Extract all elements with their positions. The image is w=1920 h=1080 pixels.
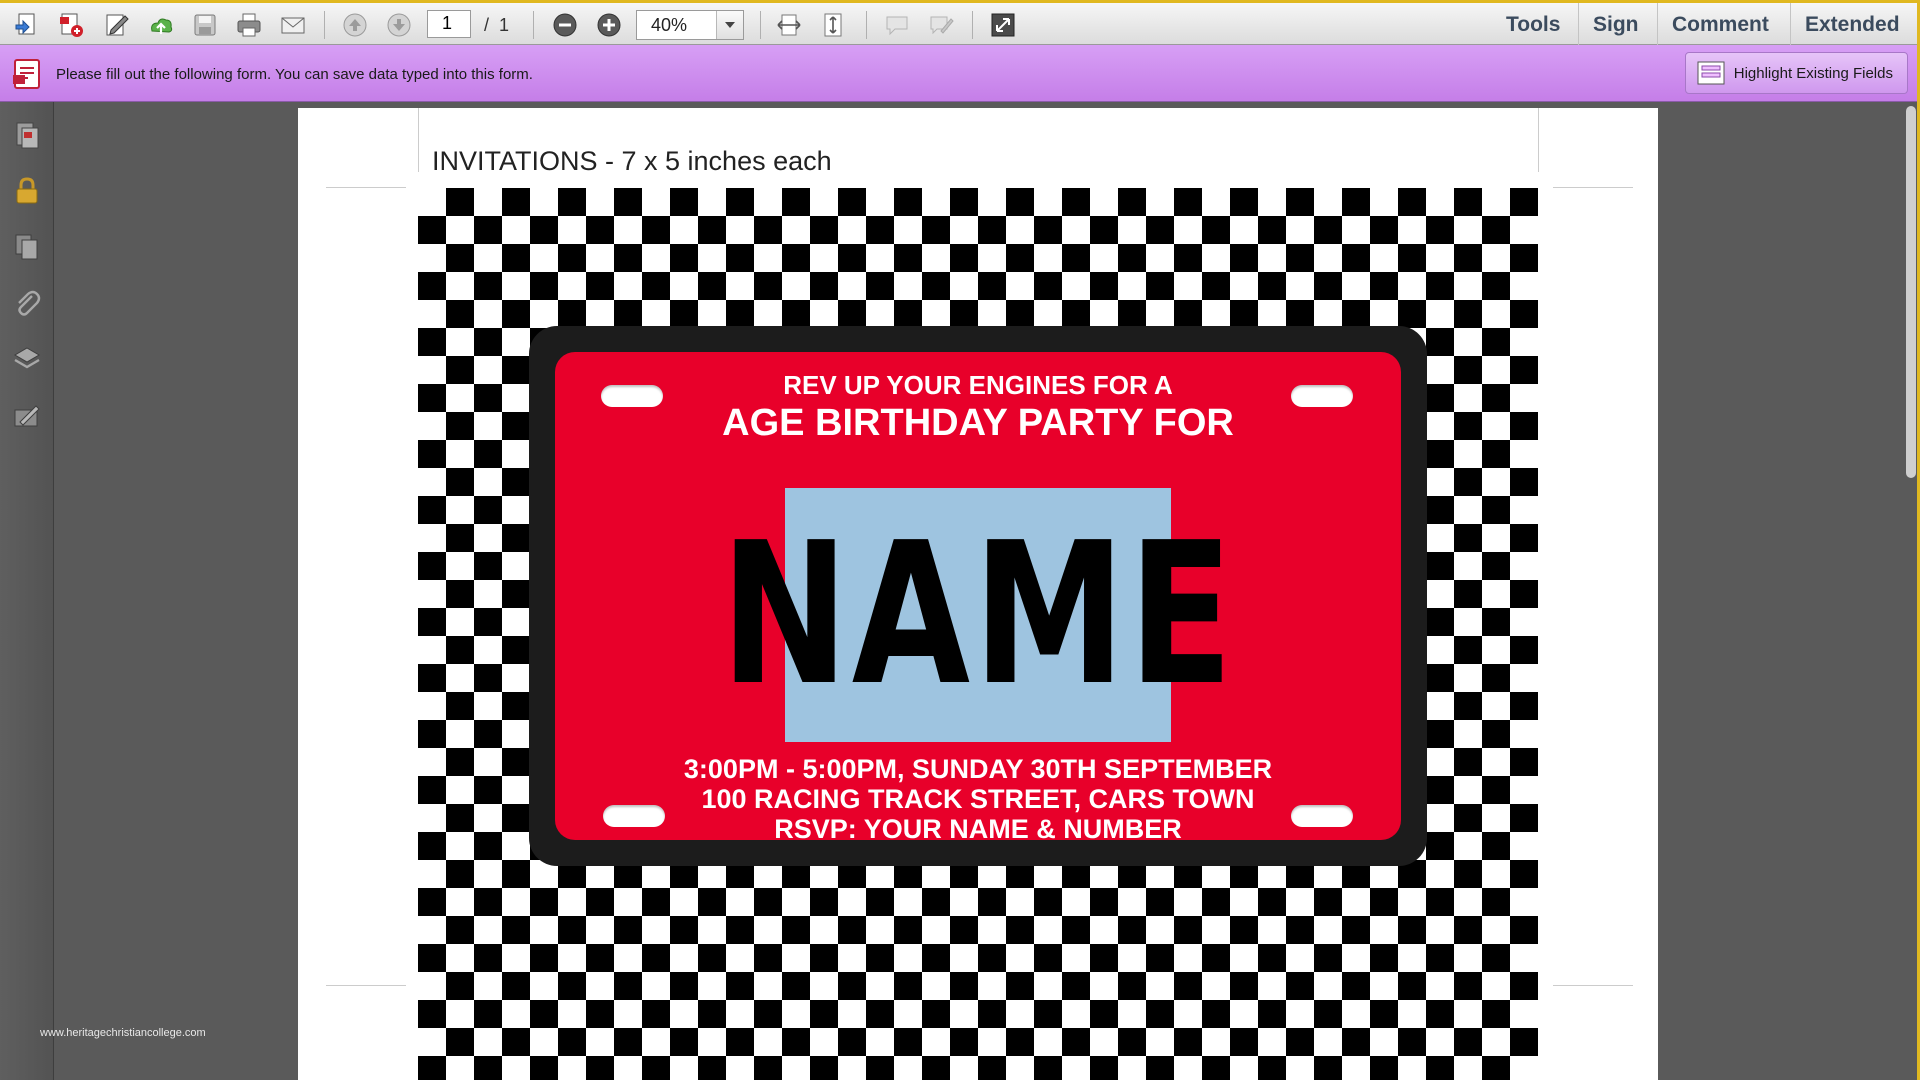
upload-icon[interactable] xyxy=(144,9,178,41)
page-down-icon[interactable] xyxy=(382,9,416,41)
form-icon xyxy=(13,59,40,89)
invite-heading-line2: AGE BIRTHDAY PARTY FOR xyxy=(722,402,1234,444)
comment-button[interactable]: Comment xyxy=(1657,3,1783,47)
form-notification-bar: Please fill out the following form. You … xyxy=(0,45,1920,102)
highlight-fields-icon xyxy=(1697,61,1725,85)
toolbar-separator xyxy=(972,11,973,39)
crop-mark xyxy=(1538,108,1539,172)
name-field-value: NAME xyxy=(720,501,1236,729)
invitation-card: REV UP YOUR ENGINES FOR A AGE BIRTHDAY P… xyxy=(418,188,1538,1080)
sign-button[interactable]: Sign xyxy=(1578,3,1653,47)
invite-heading-line1: REV UP YOUR ENGINES FOR A xyxy=(783,370,1173,400)
invite-rsvp: RSVP: YOUR NAME & NUMBER xyxy=(774,814,1182,844)
fit-width-icon[interactable] xyxy=(772,9,806,41)
create-icon[interactable] xyxy=(10,9,44,41)
pdf-add-icon[interactable] xyxy=(54,9,88,41)
toolbar-separator xyxy=(324,11,325,39)
crop-mark xyxy=(1553,985,1633,986)
copy-icon[interactable] xyxy=(12,232,42,262)
invite-time: 3:00PM - 5:00PM, SUNDAY 30TH SEPTEMBER xyxy=(683,754,1273,784)
print-icon[interactable] xyxy=(232,9,266,41)
page-total: / 1 xyxy=(484,15,510,35)
scrollbar-thumb[interactable] xyxy=(1906,106,1916,478)
signature-icon[interactable] xyxy=(12,402,42,432)
form-message: Please fill out the following form. You … xyxy=(56,66,533,83)
page-number-input[interactable]: 1 xyxy=(427,10,471,38)
zoom-select[interactable]: 40% xyxy=(636,10,744,40)
chevron-down-icon[interactable] xyxy=(716,11,743,39)
license-plate: REV UP YOUR ENGINES FOR A AGE BIRTHDAY P… xyxy=(555,352,1401,844)
email-icon[interactable] xyxy=(276,9,310,41)
crop-mark xyxy=(326,187,406,188)
toolbar-separator xyxy=(760,11,761,39)
tools-button[interactable]: Tools xyxy=(1492,3,1574,47)
toolbar-separator xyxy=(533,11,534,39)
toolbar-separator xyxy=(866,11,867,39)
fullscreen-icon[interactable] xyxy=(986,9,1020,41)
zoom-out-icon[interactable] xyxy=(548,9,582,41)
navigation-pane xyxy=(0,102,54,1080)
pages-icon[interactable] xyxy=(12,120,42,150)
lock-icon[interactable] xyxy=(12,176,42,206)
zoom-value: 40% xyxy=(651,15,688,35)
watermark-text: www.heritagechristiancollege.com xyxy=(40,1027,206,1039)
markup-icon[interactable] xyxy=(924,9,958,41)
attachment-icon[interactable] xyxy=(12,288,42,318)
crop-mark xyxy=(1553,187,1633,188)
layers-icon[interactable] xyxy=(12,344,42,374)
license-plate-frame: REV UP YOUR ENGINES FOR A AGE BIRTHDAY P… xyxy=(529,326,1427,866)
crop-mark xyxy=(418,108,419,172)
zoom-in-icon[interactable] xyxy=(592,9,626,41)
page-title: INVITATIONS - 7 x 5 inches each xyxy=(432,146,832,176)
invite-address: 100 RACING TRACK STREET, CARS TOWN xyxy=(701,784,1255,814)
edit-icon[interactable] xyxy=(100,9,134,41)
crop-mark xyxy=(326,985,406,986)
page-up-icon[interactable] xyxy=(338,9,372,41)
save-icon[interactable] xyxy=(188,9,222,41)
extended-button[interactable]: Extended xyxy=(1790,3,1914,47)
fit-page-icon[interactable] xyxy=(816,9,850,41)
highlight-fields-button[interactable]: Highlight Existing Fields xyxy=(1684,52,1908,94)
highlight-fields-label: Highlight Existing Fields xyxy=(1733,64,1893,82)
document-page: INVITATIONS - 7 x 5 inches each REV UP Y… xyxy=(298,108,1658,1080)
toolbar: 1 / 1 40% Tools Sign Comment Extended xyxy=(0,0,1920,47)
name-form-field[interactable]: NAME xyxy=(720,488,1233,742)
comment-icon[interactable] xyxy=(880,9,914,41)
